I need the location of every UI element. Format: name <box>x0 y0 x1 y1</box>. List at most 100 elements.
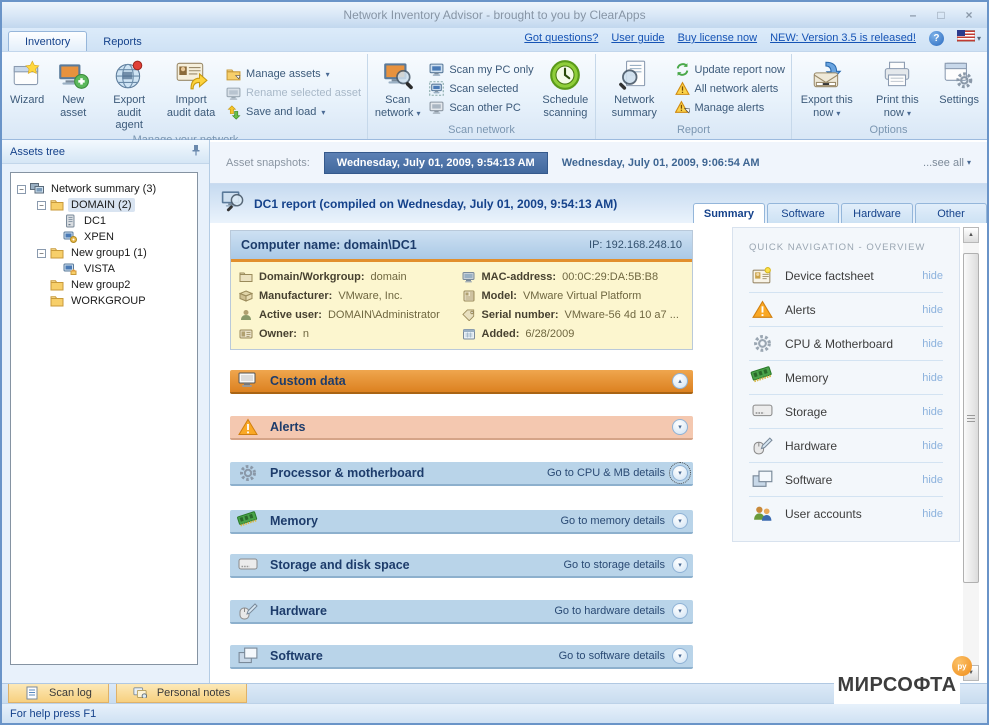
expand-section-button[interactable]: ▾ <box>672 465 688 481</box>
section-custom-data[interactable]: Custom data ▴ <box>230 370 693 394</box>
expand-section-button[interactable]: ▾ <box>672 557 688 573</box>
scan-log-icon <box>25 686 39 700</box>
section-hardware[interactable]: Hardware Go to hardware details ▾ <box>230 600 693 624</box>
hide-link[interactable]: hide <box>922 338 943 350</box>
go-to-cpu-details-link[interactable]: Go to CPU & MB details <box>547 467 665 479</box>
import-audit-data-button[interactable]: Import audit data <box>160 54 222 133</box>
minimize-button[interactable]: – <box>905 8 921 22</box>
tree-item-xpen[interactable]: XPEN <box>13 229 195 245</box>
hide-link[interactable]: hide <box>922 406 943 418</box>
see-all-button[interactable]: ...see all ▾ <box>923 157 971 169</box>
go-to-software-details-link[interactable]: Go to software details <box>559 650 665 662</box>
go-to-memory-details-link[interactable]: Go to memory details <box>560 515 665 527</box>
manage-assets-button[interactable]: Manage assets ▾ <box>226 67 361 82</box>
quicknav-cpu-motherboard[interactable]: CPU & Motherboard hide <box>749 327 943 361</box>
wizard-button[interactable]: Wizard <box>6 54 48 133</box>
network-card-icon <box>462 271 476 283</box>
link-buy-license[interactable]: Buy license now <box>678 32 758 44</box>
all-network-alerts-button[interactable]: All network alerts <box>675 81 786 96</box>
storage-icon <box>752 402 773 421</box>
section-processor-motherboard[interactable]: Processor & motherboard Go to CPU & MB d… <box>230 462 693 486</box>
tree-item-workgroup[interactable]: WORKGROUP <box>13 293 195 309</box>
schedule-scanning-button[interactable]: Schedule scanning <box>538 54 593 123</box>
field-model: Model: VMware Virtual Platform <box>462 290 685 302</box>
maximize-button[interactable]: □ <box>933 8 949 22</box>
save-and-load-button[interactable]: Save and load ▾ <box>226 105 361 120</box>
quicknav-memory[interactable]: Memory hide <box>749 361 943 395</box>
network-summary-button[interactable]: Network summary <box>598 54 671 123</box>
help-icon[interactable]: ? <box>929 31 944 46</box>
scroll-up-button[interactable]: ▲ <box>963 227 979 243</box>
quicknav-alerts[interactable]: Alerts hide <box>749 293 943 327</box>
software-icon <box>238 647 258 665</box>
expand-section-button[interactable]: ▾ <box>672 513 688 529</box>
section-memory[interactable]: Memory Go to memory details ▾ <box>230 510 693 534</box>
link-user-guide[interactable]: User guide <box>611 32 664 44</box>
tab-software[interactable]: Software <box>767 203 839 223</box>
main-area: Asset snapshots: Wednesday, July 01, 200… <box>210 140 987 683</box>
tree-item-dc1[interactable]: DC1 <box>13 213 195 229</box>
vertical-scrollbar[interactable]: ▲ ▼ <box>963 227 979 681</box>
tree-item-vista[interactable]: VISTA <box>13 261 195 277</box>
close-button[interactable]: × <box>961 8 977 22</box>
go-to-hardware-details-link[interactable]: Go to hardware details <box>554 605 665 617</box>
hide-link[interactable]: hide <box>922 440 943 452</box>
snapshot-selected[interactable]: Wednesday, July 01, 2009, 9:54:13 AM <box>324 152 548 174</box>
expand-section-button[interactable]: ▾ <box>672 603 688 619</box>
tab-summary[interactable]: Summary <box>693 203 765 223</box>
tab-other[interactable]: Other <box>915 203 987 223</box>
hide-link[interactable]: hide <box>922 372 943 384</box>
tree-item-network-summary[interactable]: − Network summary (3) <box>13 181 195 197</box>
scan-network-button[interactable]: Scan network ▾ <box>370 54 425 123</box>
snapshot-other[interactable]: Wednesday, July 01, 2009, 9:06:54 AM <box>562 157 760 169</box>
scan-my-pc-only-button[interactable]: Scan my PC only <box>429 62 533 77</box>
go-to-storage-details-link[interactable]: Go to storage details <box>563 559 665 571</box>
hide-link[interactable]: hide <box>922 474 943 486</box>
tab-inventory[interactable]: Inventory <box>8 31 87 51</box>
quicknav-label: CPU & Motherboard <box>785 337 893 351</box>
tab-scan-log[interactable]: Scan log <box>8 684 109 703</box>
pin-icon[interactable] <box>191 144 201 159</box>
new-asset-button[interactable]: New asset <box>48 54 98 133</box>
collapse-toggle-icon[interactable]: − <box>37 249 46 258</box>
tab-personal-notes[interactable]: Personal notes <box>116 684 247 703</box>
scan-other-pc-button[interactable]: Scan other PC <box>429 100 533 115</box>
update-report-now-button[interactable]: Update report now <box>675 62 786 77</box>
expand-section-button[interactable]: ▾ <box>672 419 688 435</box>
collapse-toggle-icon[interactable]: − <box>37 201 46 210</box>
section-storage[interactable]: Storage and disk space Go to storage det… <box>230 554 693 578</box>
quicknav-storage[interactable]: Storage hide <box>749 395 943 429</box>
tab-hardware[interactable]: Hardware <box>841 203 913 223</box>
export-audit-agent-button[interactable]: Export audit agent <box>98 54 160 133</box>
print-this-now-button[interactable]: Print this now ▾ <box>868 54 928 123</box>
section-alerts[interactable]: Alerts ▾ <box>230 416 693 440</box>
collapse-toggle-icon[interactable]: − <box>17 185 26 194</box>
hide-link[interactable]: hide <box>922 304 943 316</box>
link-got-questions[interactable]: Got questions? <box>524 32 598 44</box>
language-selector[interactable]: ▾ <box>957 29 981 47</box>
section-title: Custom data <box>270 374 346 388</box>
section-software[interactable]: Software Go to software details ▾ <box>230 645 693 669</box>
export-this-now-button[interactable]: Export this now ▾ <box>794 54 860 123</box>
wizard-icon <box>10 58 44 92</box>
tree-item-new-group2[interactable]: New group2 <box>13 277 195 293</box>
chevron-down-icon: ▾ <box>416 109 420 118</box>
link-new-version[interactable]: NEW: Version 3.5 is released! <box>770 32 916 44</box>
expand-section-button[interactable]: ▾ <box>672 648 688 664</box>
tree-item-domain[interactable]: − DOMAIN (2) <box>13 197 195 213</box>
hide-link[interactable]: hide <box>922 270 943 282</box>
rename-selected-asset-button[interactable]: Rename selected asset <box>226 86 361 101</box>
quicknav-user-accounts[interactable]: User accounts hide <box>749 497 943 531</box>
quicknav-software[interactable]: Software hide <box>749 463 943 497</box>
settings-button[interactable]: Settings <box>935 54 983 123</box>
scan-selected-button[interactable]: Scan selected <box>429 81 533 96</box>
hide-link[interactable]: hide <box>922 508 943 520</box>
quicknav-hardware[interactable]: Hardware hide <box>749 429 943 463</box>
export-this-now-label: Export this now <box>801 94 853 119</box>
tree-item-new-group1[interactable]: − New group1 (1) <box>13 245 195 261</box>
tab-reports[interactable]: Reports <box>87 32 158 51</box>
collapse-section-button[interactable]: ▴ <box>672 373 688 389</box>
manage-alerts-button[interactable]: Manage alerts <box>675 100 786 115</box>
scroll-thumb[interactable] <box>963 253 979 583</box>
quicknav-device-factsheet[interactable]: Device factsheet hide <box>749 259 943 293</box>
